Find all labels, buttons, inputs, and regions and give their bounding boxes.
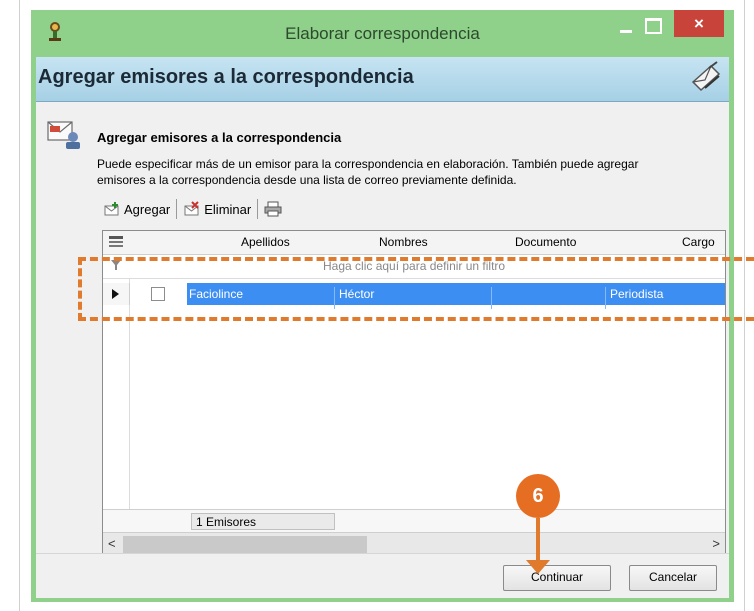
grid-toolbar: Agregar Eliminar [97, 196, 291, 222]
add-sender-icon [47, 121, 80, 149]
section-title: Agregar emisores a la correspondencia [97, 130, 342, 145]
print-button[interactable] [258, 198, 291, 220]
description-line-1: Puede especificar más de un emisor para … [97, 157, 639, 171]
description-line-2: emisores a la correspondencia desde una … [97, 173, 517, 187]
highlight-dashed-box [78, 257, 754, 321]
delete-contact-icon [184, 201, 199, 216]
maximize-button[interactable] [645, 18, 662, 34]
add-button[interactable]: Agregar [97, 198, 176, 220]
add-contact-icon [104, 202, 119, 216]
title-bar: Elaborar correspondencia × [31, 10, 734, 57]
page-border-left [19, 0, 20, 611]
step-callout-badge: 6 [516, 474, 560, 518]
sender-count: 1 Emisores [191, 513, 335, 530]
column-chooser-icon[interactable] [109, 236, 123, 248]
write-letter-icon [691, 61, 721, 92]
printer-icon [264, 201, 282, 217]
close-button[interactable]: × [674, 10, 724, 37]
scroll-left-icon[interactable]: < [108, 536, 116, 551]
column-header-apellidos[interactable]: Apellidos [241, 235, 290, 249]
column-header-cargo[interactable]: Cargo [682, 235, 715, 249]
dialog-button-bar: Continuar Cancelar [36, 553, 729, 598]
column-header-documento[interactable]: Documento [515, 235, 576, 249]
minimize-button[interactable] [619, 21, 633, 35]
scrollbar-thumb[interactable] [123, 536, 367, 553]
delete-button[interactable]: Eliminar [177, 198, 257, 220]
continue-button[interactable]: Continuar [503, 565, 611, 591]
dialog-content: Agregar emisores a la correspondencia Ag… [36, 57, 729, 598]
wizard-header: Agregar emisores a la correspondencia [36, 57, 729, 102]
delete-button-label: Eliminar [204, 201, 252, 217]
grid-footer: 1 Emisores [103, 509, 725, 533]
column-header-nombres[interactable]: Nombres [379, 235, 428, 249]
page-title: Agregar emisores a la correspondencia [38, 66, 414, 88]
scroll-right-icon[interactable]: > [712, 536, 720, 551]
callout-line [536, 518, 540, 563]
grid-header: Apellidos Nombres Documento Cargo [103, 231, 725, 255]
cancel-button[interactable]: Cancelar [629, 565, 717, 591]
section-description: Puede especificar más de un emisor para … [97, 156, 717, 188]
callout-arrow-icon [526, 560, 550, 574]
add-button-label: Agregar [124, 201, 171, 217]
